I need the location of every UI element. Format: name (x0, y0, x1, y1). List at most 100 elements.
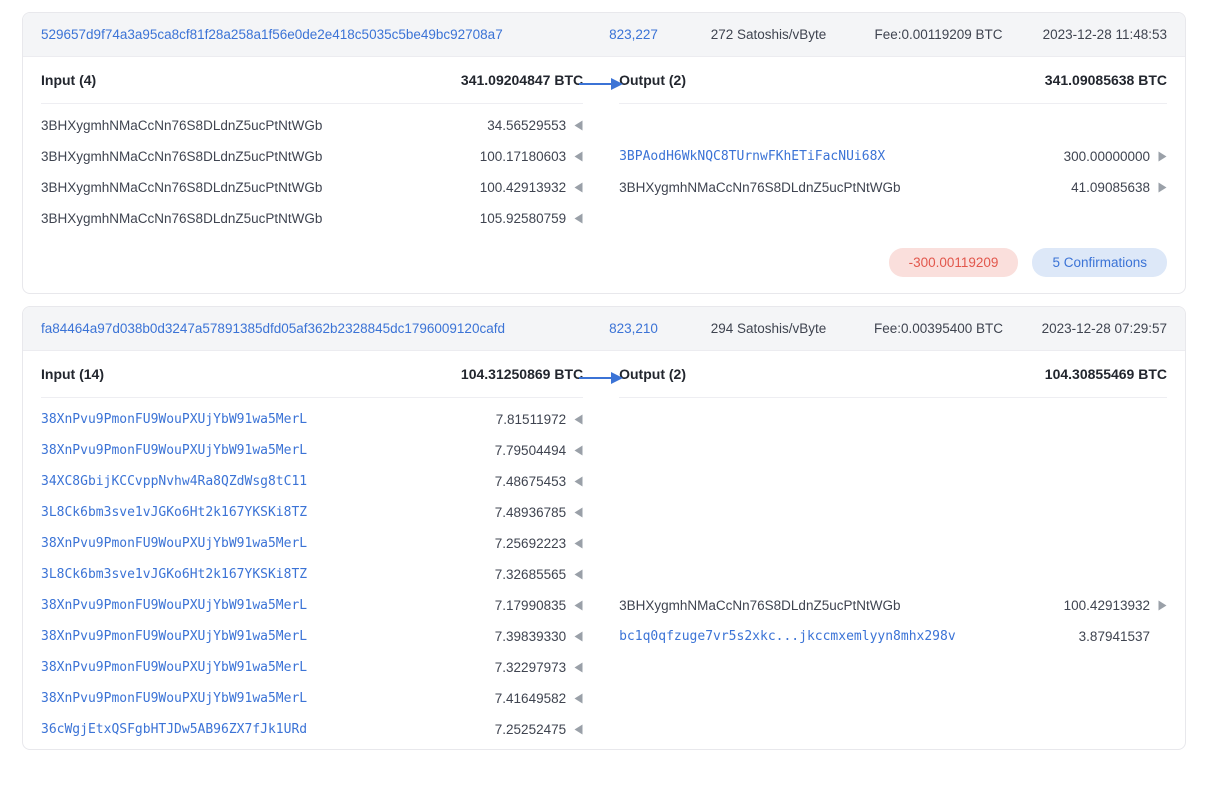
outputs-column: Output (2)104.30855469 BTC 3BHXygmhNMaCcN… (601, 351, 1185, 652)
transaction-body: Input (14)104.31250869 BTC 38XnPvu9PmonFU… (23, 351, 1185, 749)
triangle-left-icon (574, 120, 583, 131)
triangle-left-icon (574, 631, 583, 642)
input-row: 38XnPvu9PmonFU9WouPXUjYbW91wa5MerL 7.2569… (41, 528, 583, 559)
transaction-body: Input (4) 341.09204847 BTC 3BHXygmhNMaCcNn… (23, 57, 1185, 238)
transaction-card: 529657d9f74a3a95ca8cf81f28a258a1f56e0de2… (22, 12, 1186, 294)
transaction-header: fa84464a97d038b0d3247a57891385dfd05af362… (23, 307, 1185, 351)
output-address: 3BHXygmhNMaCcNn76S8DLdnZ5ucPtNtWGb (619, 180, 900, 195)
triangle-left-icon (574, 662, 583, 673)
input-amount: 34.56529553 (487, 118, 566, 133)
inputs-rows: 38XnPvu9PmonFU9WouPXUjYbW91wa5MerL 7.8151… (41, 398, 583, 745)
output-amount: 300.00000000 (1064, 149, 1150, 164)
amount-cell: 7.17990835 (433, 598, 583, 613)
triangle-left-icon (574, 507, 583, 518)
input-address[interactable]: 3L8Ck6bm3sve1vJGKo6Ht2k167YKSKi8TZ (41, 505, 307, 520)
amount-cell: 100.17180603 (433, 149, 583, 164)
input-address[interactable]: 38XnPvu9PmonFU9WouPXUjYbW91wa5MerL (41, 629, 307, 644)
outputs-summary: Output (2)104.30855469 BTC (619, 351, 1167, 398)
input-row: 3BHXygmhNMaCcNn76S8DLdnZ5ucPtNtWGb105.92… (41, 203, 583, 234)
outputs-column: Output (2) 341.09085638 BTC 3BPAodH6WkNQC8… (601, 57, 1185, 203)
output-amount: 100.42913932 (1064, 598, 1150, 613)
badges-row: -300.001192095 Confirmations (23, 238, 1185, 293)
input-row: 38XnPvu9PmonFU9WouPXUjYbW91wa5MerL 7.3229… (41, 652, 583, 683)
outputs-title: Output (2) (619, 72, 686, 88)
input-address: 3BHXygmhNMaCcNn76S8DLdnZ5ucPtNtWGb (41, 149, 322, 164)
triangle-left-icon (574, 538, 583, 549)
amount-cell: 7.25692223 (433, 536, 583, 551)
transaction-hash-link[interactable]: fa84464a97d038b0d3247a57891385dfd05af362… (41, 321, 586, 336)
net-amount-badge: -300.00119209 (889, 248, 1019, 277)
triangle-left-icon (574, 445, 583, 456)
input-address: 3BHXygmhNMaCcNn76S8DLdnZ5ucPtNtWGb (41, 180, 322, 195)
fee-rate-label: 294 Satoshis/vByte (681, 321, 856, 336)
transaction-header: 529657d9f74a3a95ca8cf81f28a258a1f56e0de2… (23, 13, 1185, 57)
output-row: bc1q0qfzuge7vr5s2xkc...jkccmxemlyyn8mhx2… (619, 621, 1167, 652)
input-amount: 7.48936785 (495, 505, 566, 520)
block-height-link[interactable]: 823,210 (586, 321, 681, 336)
input-row: 38XnPvu9PmonFU9WouPXUjYbW91wa5MerL 7.8151… (41, 404, 583, 435)
input-address[interactable]: 38XnPvu9PmonFU9WouPXUjYbW91wa5MerL (41, 660, 307, 675)
amount-cell: 7.48675453 (433, 474, 583, 489)
input-address[interactable]: 36cWgjEtxQSFgbHTJDw5AB96ZX7fJk1URd (41, 722, 307, 737)
output-row: 3BPAodH6WkNQC8TUrnwFKhETiFacNUi68X 300.00… (619, 141, 1167, 172)
input-amount: 100.17180603 (480, 149, 566, 164)
fee-amount-label: Fee:0.00395400 BTC (856, 321, 1021, 336)
triangle-left-icon (574, 476, 583, 487)
input-row: 34XC8GbijKCCvppNvhw4Ra8QZdWsg8tC11 7.4867… (41, 466, 583, 497)
input-amount: 7.17990835 (495, 598, 566, 613)
inputs-rows: 3BHXygmhNMaCcNn76S8DLdnZ5ucPtNtWGb 34.565… (41, 104, 583, 234)
input-address[interactable]: 34XC8GbijKCCvppNvhw4Ra8QZdWsg8tC11 (41, 474, 307, 489)
transaction-cards-container: 529657d9f74a3a95ca8cf81f28a258a1f56e0de2… (0, 12, 1208, 750)
output-row (619, 404, 1167, 435)
inputs-summary: Input (14)104.31250869 BTC (41, 351, 583, 398)
output-row (619, 528, 1167, 559)
amount-cell: 7.39839330 (433, 629, 583, 644)
amount-cell: 300.00000000 (1017, 149, 1167, 164)
amount-cell: 7.41649582 (433, 691, 583, 706)
input-address[interactable]: 38XnPvu9PmonFU9WouPXUjYbW91wa5MerL (41, 412, 307, 427)
input-address[interactable]: 38XnPvu9PmonFU9WouPXUjYbW91wa5MerL (41, 443, 307, 458)
timestamp-label: 2023-12-28 11:48:53 (1021, 27, 1167, 42)
input-amount: 7.32297973 (495, 660, 566, 675)
inputs-column: Input (14)104.31250869 BTC 38XnPvu9PmonFU… (23, 351, 601, 745)
output-address[interactable]: 3BPAodH6WkNQC8TUrnwFKhETiFacNUi68X (619, 149, 885, 164)
input-address[interactable]: 38XnPvu9PmonFU9WouPXUjYbW91wa5MerL (41, 536, 307, 551)
input-amount: 105.92580759 (480, 211, 566, 226)
transaction-hash-link[interactable]: 529657d9f74a3a95ca8cf81f28a258a1f56e0de2… (41, 27, 586, 42)
triangle-left-icon (574, 724, 583, 735)
amount-cell: 100.42913932 (1017, 598, 1167, 613)
inputs-total: 104.31250869 BTC (461, 366, 583, 382)
output-address[interactable]: bc1q0qfzuge7vr5s2xkc...jkccmxemlyyn8mhx2… (619, 629, 956, 644)
input-row: 36cWgjEtxQSFgbHTJDw5AB96ZX7fJk1URd 7.2525… (41, 714, 583, 745)
block-height-link[interactable]: 823,227 (586, 27, 681, 42)
input-amount: 7.81511972 (496, 412, 566, 427)
inputs-title: Input (4) (41, 72, 96, 88)
input-address[interactable]: 3L8Ck6bm3sve1vJGKo6Ht2k167YKSKi8TZ (41, 567, 307, 582)
input-amount: 7.48675453 (495, 474, 566, 489)
output-row (619, 497, 1167, 528)
inputs-total: 341.09204847 BTC (461, 72, 583, 88)
amount-cell: 7.48936785 (433, 505, 583, 520)
outputs-rows: 3BHXygmhNMaCcNn76S8DLdnZ5ucPtNtWGb100.42… (619, 398, 1167, 652)
outputs-total: 104.30855469 BTC (1045, 366, 1167, 382)
output-row: 3BHXygmhNMaCcNn76S8DLdnZ5ucPtNtWGb100.42… (619, 590, 1167, 621)
amount-cell: 7.25252475 (433, 722, 583, 737)
input-address[interactable]: 38XnPvu9PmonFU9WouPXUjYbW91wa5MerL (41, 598, 307, 613)
input-address[interactable]: 38XnPvu9PmonFU9WouPXUjYbW91wa5MerL (41, 691, 307, 706)
input-amount: 7.79504494 (495, 443, 566, 458)
triangle-left-icon (574, 213, 583, 224)
triangle-left-icon (574, 569, 583, 580)
output-row (619, 559, 1167, 590)
input-address: 3BHXygmhNMaCcNn76S8DLdnZ5ucPtNtWGb (41, 118, 322, 133)
input-row: 38XnPvu9PmonFU9WouPXUjYbW91wa5MerL 7.7950… (41, 435, 583, 466)
fee-amount-label: Fee:0.00119209 BTC (856, 27, 1021, 42)
input-amount: 100.42913932 (480, 180, 566, 195)
outputs-total: 341.09085638 BTC (1045, 72, 1167, 88)
input-row: 38XnPvu9PmonFU9WouPXUjYbW91wa5MerL 7.1799… (41, 590, 583, 621)
amount-cell: 3.87941537 (1017, 629, 1167, 644)
timestamp-label: 2023-12-28 07:29:57 (1021, 321, 1167, 336)
input-amount: 7.25252475 (495, 722, 566, 737)
input-row: 3L8Ck6bm3sve1vJGKo6Ht2k167YKSKi8TZ 7.4893… (41, 497, 583, 528)
arrow-right-icon (579, 371, 625, 385)
triangle-right-icon (1158, 151, 1167, 162)
